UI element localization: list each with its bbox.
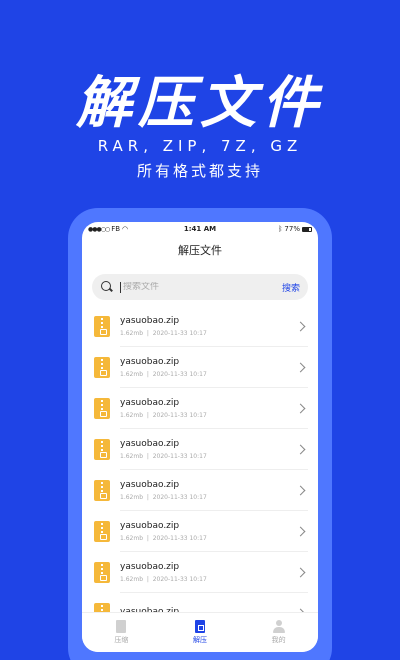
- zip-file-icon: [94, 521, 110, 542]
- file-row[interactable]: yasuobao.zip 1.62mb | 2020-11-33 10:17: [82, 429, 318, 470]
- file-list: yasuobao.zip 1.62mb | 2020-11-33 10:17 yas…: [82, 306, 318, 634]
- meta-separator: |: [146, 371, 149, 378]
- tab-label: 我的: [271, 636, 286, 644]
- file-name: yasuobao.zip: [120, 521, 180, 531]
- search-button[interactable]: 搜索: [282, 281, 300, 294]
- search-bar[interactable]: 搜索: [92, 274, 308, 300]
- file-row[interactable]: yasuobao.zip 1.62mb | 2020-11-33 10:17: [82, 470, 318, 511]
- user-icon: [272, 620, 285, 633]
- chevron-right-icon[interactable]: [295, 403, 306, 414]
- file-row[interactable]: yasuobao.zip 1.62mb | 2020-11-33 10:17: [82, 388, 318, 429]
- file-name: yasuobao.zip: [120, 562, 180, 572]
- file-row[interactable]: yasuobao.zip 1.62mb | 2020-11-33 10:17: [82, 347, 318, 388]
- file-meta: 1.62mb | 2020-11-33 10:17: [120, 453, 297, 460]
- file-date: 2020-11-33 10:17: [152, 535, 207, 542]
- file-date: 2020-11-33 10:17: [152, 453, 207, 460]
- battery-icon: [301, 226, 312, 232]
- file-row[interactable]: yasuobao.zip 1.62mb | 2020-11-33 10:17: [82, 511, 318, 552]
- file-name: yasuobao.zip: [120, 439, 180, 449]
- page-title: 解压文件: [178, 244, 222, 257]
- file-meta: 1.62mb | 2020-11-33 10:17: [120, 494, 297, 501]
- file-date: 2020-11-33 10:17: [152, 371, 207, 378]
- file-date: 2020-11-33 10:17: [152, 330, 207, 337]
- file-date: 2020-11-33 10:17: [152, 412, 207, 419]
- file-meta: 1.62mb | 2020-11-33 10:17: [120, 535, 297, 542]
- meta-separator: |: [146, 453, 149, 460]
- zip-file-icon: [94, 316, 110, 337]
- chevron-right-icon[interactable]: [295, 567, 306, 578]
- file-name: yasuobao.zip: [120, 398, 180, 408]
- hero-title: 解压文件: [76, 71, 324, 136]
- search-icon: [100, 280, 114, 294]
- file-size: 1.62mb: [120, 330, 144, 337]
- carrier-label: FB: [111, 225, 121, 233]
- file-row[interactable]: yasuobao.zip 1.62mb | 2020-11-33 10:17: [82, 306, 318, 347]
- zip-file-icon: [94, 480, 110, 501]
- file-name: yasuobao.zip: [120, 316, 180, 326]
- status-bar: ●●●○○ FB ◠ 1:41 AM ᛒ 77%: [82, 222, 318, 236]
- battery-percent: 77%: [284, 225, 300, 233]
- phone-screen: ●●●○○ FB ◠ 1:41 AM ᛒ 77% 解压文件 搜索 yasuoba…: [82, 222, 318, 652]
- signal-icon: ●●●○○: [88, 225, 110, 233]
- file-row[interactable]: yasuobao.zip 1.62mb | 2020-11-33 10:17: [82, 552, 318, 593]
- bluetooth-icon: ᛒ: [278, 225, 283, 233]
- search-input[interactable]: [120, 281, 282, 293]
- tab-extract[interactable]: 解压: [170, 620, 230, 645]
- tab-compress[interactable]: 压缩: [91, 620, 151, 645]
- tab-user[interactable]: 我的: [249, 620, 309, 645]
- status-time: 1:41 AM: [183, 225, 217, 233]
- zip-file-icon: [94, 562, 110, 583]
- hero-formats: RAR, ZIP, 7Z, GZ: [97, 137, 303, 155]
- file-size: 1.62mb: [120, 535, 144, 542]
- file-size: 1.62mb: [120, 453, 144, 460]
- file-name: yasuobao.zip: [120, 480, 180, 490]
- file-size: 1.62mb: [120, 576, 144, 583]
- chevron-right-icon[interactable]: [295, 526, 306, 537]
- zip-file-icon: [94, 398, 110, 419]
- file-size: 1.62mb: [120, 371, 144, 378]
- file-date: 2020-11-33 10:17: [152, 494, 207, 501]
- meta-separator: |: [146, 412, 149, 419]
- hero-subtitle: 所有格式都支持: [136, 162, 263, 180]
- chevron-right-icon[interactable]: [295, 485, 306, 496]
- file-meta: 1.62mb | 2020-11-33 10:17: [120, 371, 297, 378]
- file-name: yasuobao.zip: [120, 357, 180, 367]
- extract-icon: [194, 620, 205, 633]
- meta-separator: |: [146, 576, 149, 583]
- tab-bar: 压缩 解压 我的: [82, 612, 318, 652]
- zip-file-icon: [94, 439, 110, 460]
- chevron-right-icon[interactable]: [295, 444, 306, 455]
- file-size: 1.62mb: [120, 412, 144, 419]
- file-size: 1.62mb: [120, 494, 144, 501]
- chevron-right-icon[interactable]: [295, 321, 306, 332]
- meta-separator: |: [146, 494, 149, 501]
- tab-label: 压缩: [114, 636, 129, 644]
- zip-file-icon: [94, 357, 110, 378]
- file-date: 2020-11-33 10:17: [152, 576, 207, 583]
- chevron-right-icon[interactable]: [295, 362, 306, 373]
- file-meta: 1.62mb | 2020-11-33 10:17: [120, 412, 297, 419]
- file-meta: 1.62mb | 2020-11-33 10:17: [120, 330, 297, 337]
- meta-separator: |: [146, 330, 149, 337]
- file-meta: 1.62mb | 2020-11-33 10:17: [120, 576, 297, 583]
- compress-icon: [116, 620, 127, 633]
- meta-separator: |: [146, 535, 149, 542]
- wifi-icon: ◠: [122, 225, 129, 233]
- tab-label: 解压: [192, 636, 207, 644]
